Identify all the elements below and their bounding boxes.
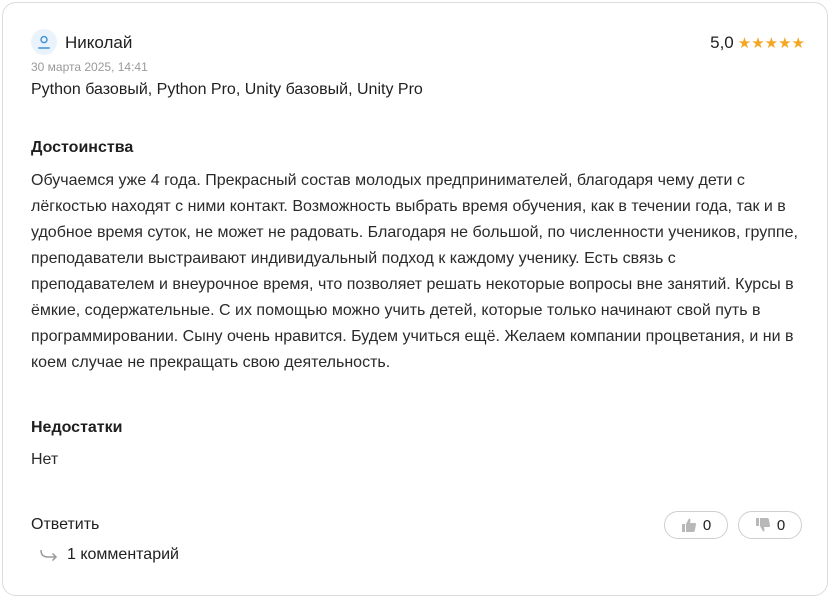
reply-arrow-icon bbox=[40, 549, 58, 562]
cons-title: Недостатки bbox=[31, 419, 123, 436]
review-courses: Python базовый, Python Pro, Unity базовы… bbox=[31, 81, 423, 98]
author-name: Николай bbox=[65, 33, 133, 52]
comments-toggle[interactable]: 1 комментарий bbox=[39, 546, 179, 564]
star-icon: ★★★★★ bbox=[737, 35, 805, 52]
comments-count: 1 комментарий bbox=[67, 546, 179, 563]
cons-text: Нет bbox=[31, 451, 59, 468]
like-button[interactable]: 0 bbox=[664, 511, 728, 539]
dislike-button[interactable]: 0 bbox=[738, 511, 802, 539]
like-count: 0 bbox=[702, 516, 712, 534]
dislike-count: 0 bbox=[776, 516, 786, 534]
review-header: Николай 5,0 ★★★★★ bbox=[31, 29, 805, 59]
pros-text: Обучаемся уже 4 года. Прекрасный состав … bbox=[31, 172, 798, 371]
review-date: 30 марта 2025, 14:41 bbox=[31, 60, 148, 74]
user-icon bbox=[38, 35, 50, 49]
rating-value: 5,0 bbox=[710, 33, 734, 52]
reply-button[interactable]: Ответить bbox=[31, 516, 99, 534]
thumbs-up-icon bbox=[681, 518, 696, 532]
review-card: Николай 5,0 ★★★★★ 30 марта 2025, 14:41 P… bbox=[2, 2, 828, 596]
avatar bbox=[31, 29, 57, 55]
rating: 5,0 ★★★★★ bbox=[710, 33, 805, 53]
pros-title: Достоинства bbox=[31, 139, 134, 156]
thumbs-down-icon bbox=[755, 518, 770, 532]
